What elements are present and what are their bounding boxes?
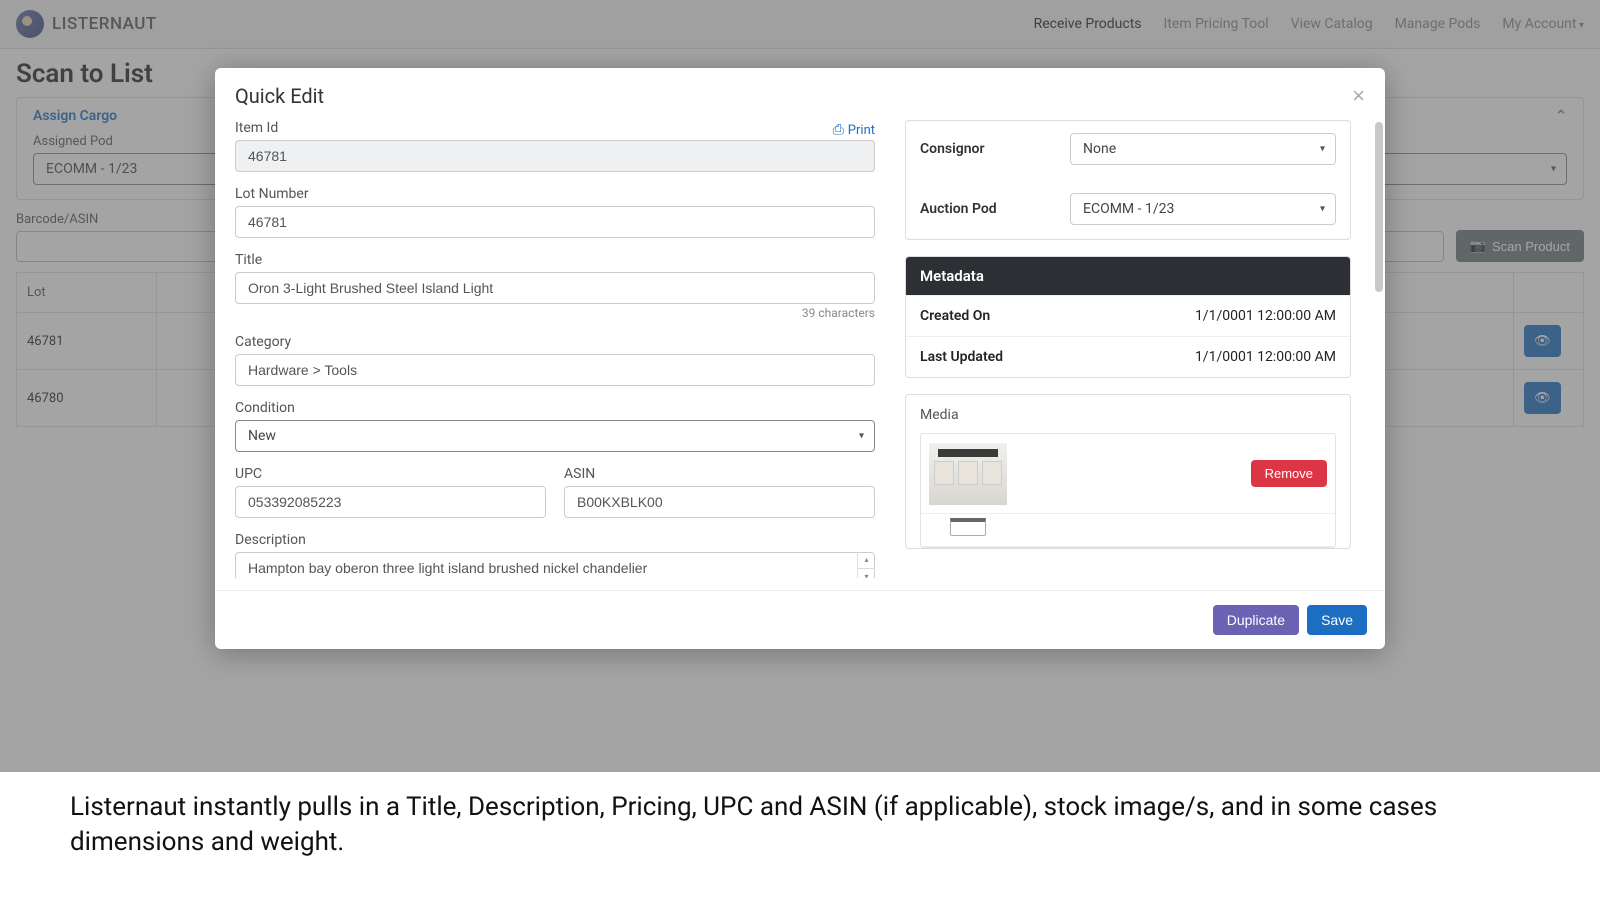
item-id-label: Item Id (235, 120, 278, 136)
upc-input[interactable] (235, 486, 546, 518)
media-item: Remove (921, 434, 1335, 514)
metadata-card: Metadata Created On 1/1/0001 12:00:00 AM… (905, 256, 1351, 378)
modal-header: Quick Edit × (215, 68, 1385, 120)
modal-scrollbar[interactable] (1375, 120, 1383, 590)
print-link[interactable]: Print (833, 122, 875, 138)
remove-media-button[interactable]: Remove (1251, 460, 1327, 487)
description-input[interactable] (235, 552, 875, 578)
created-on-value: 1/1/0001 12:00:00 AM (1195, 308, 1336, 324)
modal-footer: Duplicate Save (215, 590, 1385, 649)
last-updated-value: 1/1/0001 12:00:00 AM (1195, 349, 1336, 365)
metadata-header: Metadata (906, 257, 1350, 295)
created-on-label: Created On (920, 308, 990, 324)
description-label: Description (235, 532, 875, 548)
consignor-label: Consignor (920, 141, 1070, 157)
title-char-count: 39 characters (235, 306, 875, 320)
upc-label: UPC (235, 466, 546, 482)
media-item (921, 514, 1335, 547)
modal-right-column: Consignor None Auction Pod ECOMM - 1/23 … (905, 120, 1365, 578)
condition-label: Condition (235, 400, 875, 416)
auction-pod-label: Auction Pod (920, 201, 1070, 217)
media-card: Media Remove (905, 394, 1351, 549)
consignor-select[interactable]: None (1070, 133, 1336, 165)
modal-left-column: Item Id Print Lot Number Title 39 charac… (235, 120, 875, 578)
title-input[interactable] (235, 272, 875, 304)
category-input[interactable] (235, 354, 875, 386)
modal-body: Item Id Print Lot Number Title 39 charac… (215, 120, 1385, 590)
assignment-card: Consignor None Auction Pod ECOMM - 1/23 (905, 120, 1351, 240)
last-updated-label: Last Updated (920, 349, 1003, 365)
modal-overlay: Quick Edit × Item Id Print Lot Number Ti… (0, 0, 1600, 900)
modal-title: Quick Edit (235, 84, 324, 108)
auction-pod-select[interactable]: ECOMM - 1/23 (1070, 193, 1336, 225)
lot-number-label: Lot Number (235, 186, 875, 202)
media-header: Media (920, 407, 1336, 423)
category-label: Category (235, 334, 875, 350)
save-button[interactable]: Save (1307, 605, 1367, 635)
duplicate-button[interactable]: Duplicate (1213, 605, 1299, 635)
lot-number-input[interactable] (235, 206, 875, 238)
modal-close-button[interactable]: × (1352, 85, 1365, 107)
quick-edit-modal: Quick Edit × Item Id Print Lot Number Ti… (215, 68, 1385, 649)
media-thumbnail[interactable] (929, 443, 1007, 505)
caption-strip: Listernaut instantly pulls in a Title, D… (0, 772, 1600, 900)
title-label: Title (235, 252, 875, 268)
item-id-input (235, 140, 875, 172)
condition-select[interactable]: New (235, 420, 875, 452)
caption-text: Listernaut instantly pulls in a Title, D… (70, 790, 1530, 860)
media-thumbnail[interactable] (929, 518, 1007, 542)
asin-input[interactable] (564, 486, 875, 518)
textarea-resize-icon[interactable]: ▴▾ (857, 552, 875, 578)
asin-label: ASIN (564, 466, 875, 482)
